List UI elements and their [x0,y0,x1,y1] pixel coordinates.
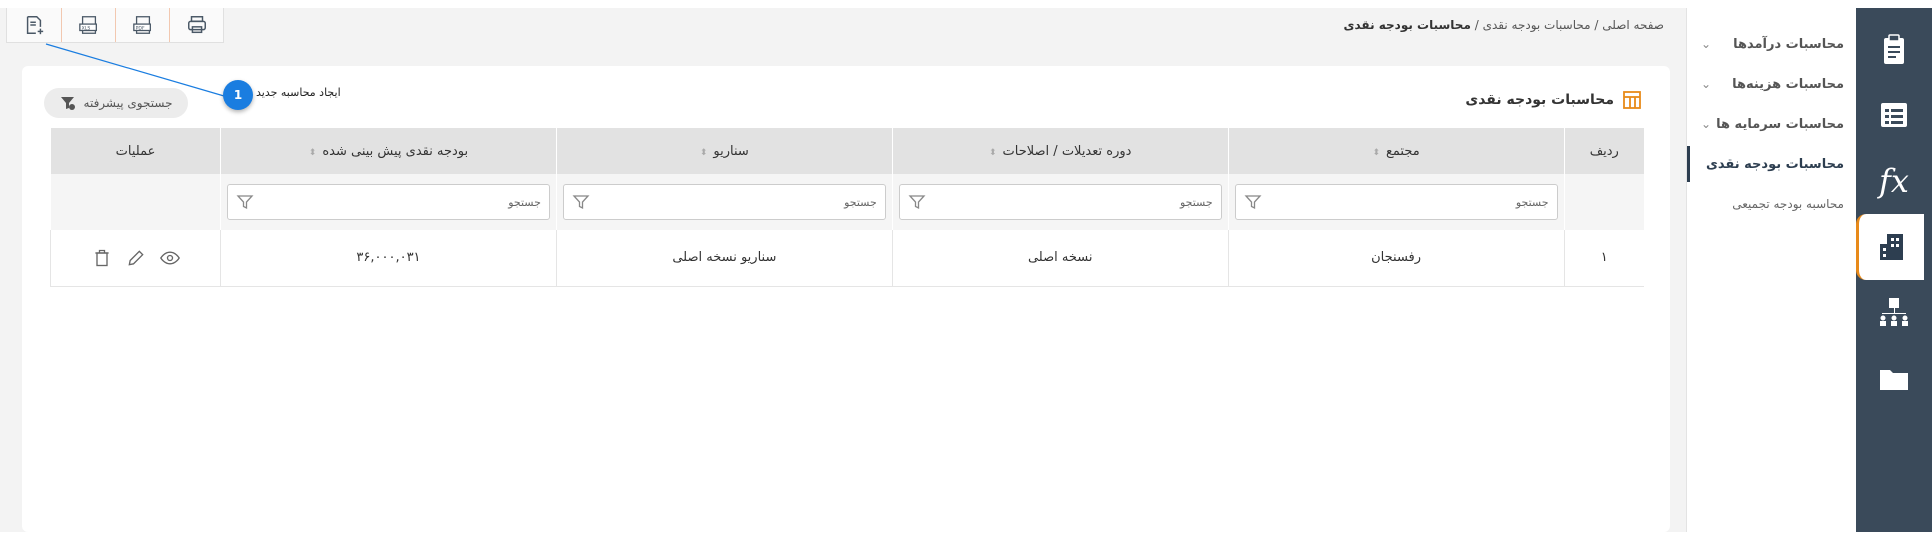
advanced-search-label: جستجوی پیشرفته [83,96,173,110]
chevron-down-icon: ⌄ [1701,77,1712,91]
rail-item-list[interactable] [1856,82,1932,148]
xls-export-icon: XLS [78,16,97,34]
menu-item-label: محاسبات بودجه نقدی [1705,156,1844,172]
menu-item-label: محاسبات سرمایه ها [1716,116,1844,132]
header-scenario[interactable]: سناریو⬍ [555,128,893,174]
table-icon [1623,91,1641,109]
menu-item-label: محاسبات هزینه‌ها [1732,76,1844,92]
svg-text:PDF: PDF [135,26,144,32]
clipboard-icon [1884,34,1904,64]
header-period[interactable]: دوره تعدیلات / اصلاحات⬍ [891,128,1229,174]
sort-icon[interactable]: ⬍ [989,148,997,158]
cell-period: نسخه اصلی [891,230,1229,287]
top-toolbar: XLS PDF [6,8,224,43]
new-document-icon [26,16,44,35]
row-actions [51,248,220,268]
header-index[interactable]: ردیف [1563,128,1644,174]
new-document-button[interactable] [7,8,61,42]
active-indicator [1687,146,1690,182]
filter-settings-icon [60,97,75,110]
menu-item-capital[interactable]: محاسبات سرمایه ها ⌄ [1687,104,1844,144]
rail-item-formula[interactable]: fx [1856,148,1932,214]
filter-icon[interactable] [236,193,254,211]
cell-budget: ۳۶,۰۰۰,۰۳۱ [220,230,557,287]
pdf-export-button[interactable]: PDF [115,8,169,42]
sort-icon[interactable]: ⬍ [309,148,317,158]
menu-item-cash-budget[interactable]: محاسبات بودجه نقدی [1687,144,1844,184]
callout-text: ایجاد محاسبه جدید [256,86,341,99]
delete-icon[interactable] [92,248,112,268]
filter-row: جستجو جستجو جستجو جستجو [49,174,1644,230]
chevron-down-icon: ⌄ [1701,117,1712,131]
building-icon [1879,234,1903,260]
step-badge: 1 [223,80,253,110]
rail-item-clipboard[interactable] [1856,16,1932,82]
header-complex[interactable]: مجتمع⬍ [1227,128,1565,174]
eye-icon[interactable] [159,248,180,268]
filter-budget-input[interactable]: جستجو [227,184,550,220]
menu-item-label: محاسبات درآمدها [1733,36,1844,52]
side-menu: محاسبات درآمدها ⌄ محاسبات هزینه‌ها ⌄ محا… [1686,8,1856,532]
print-icon [187,16,206,34]
breadcrumb: صفحه اصلی / محاسبات بودجه نقدی / محاسبات… [1343,18,1665,32]
menu-item-revenue[interactable]: محاسبات درآمدها ⌄ [1687,24,1844,64]
breadcrumb-current: محاسبات بودجه نقدی [1343,18,1471,32]
filter-period-input[interactable]: جستجو [898,184,1222,220]
filter-scenario-input[interactable]: جستجو [562,184,886,220]
cell-complex: رفسنجان [1227,230,1565,287]
table-row: ۱ رفسنجان نسخه اصلی سناریو نسخه اصلی ۳۶,… [49,230,1644,287]
filter-icon[interactable] [572,193,590,211]
svg-text:XLS: XLS [81,26,90,32]
filter-icon[interactable] [1244,193,1262,211]
xls-export-button[interactable]: XLS [61,8,115,42]
sort-icon[interactable]: ⬍ [1372,148,1380,158]
edit-icon[interactable] [126,248,146,268]
filter-icon[interactable] [908,193,926,211]
cell-scenario: سناریو نسخه اصلی [555,230,893,287]
icon-rail: fx [1856,8,1932,532]
main-card: محاسبات بودجه نقدی جستجوی پیشرفته ردیف م… [22,66,1670,532]
header-budget[interactable]: بودجه نقدی پیش بینی شده⬍ [220,128,557,174]
breadcrumb-parent[interactable]: محاسبات بودجه نقدی [1483,18,1591,32]
advanced-search-button[interactable]: جستجوی پیشرفته [44,88,188,118]
menu-item-label: محاسبه بودجه تجمیعی [1732,197,1844,211]
card-title-text: محاسبات بودجه نقدی [1465,92,1614,108]
card-title: محاسبات بودجه نقدی [1465,90,1642,110]
sort-icon[interactable]: ⬍ [700,148,708,158]
rail-item-folder[interactable] [1856,346,1932,412]
budget-table: ردیف مجتمع⬍ دوره تعدیلات / اصلاحات⬍ سنار… [49,128,1644,287]
pdf-export-icon: PDF [132,16,151,34]
menu-item-aggregate-budget[interactable]: محاسبه بودجه تجمیعی [1687,184,1844,224]
org-chart-icon [1880,298,1908,326]
header-operations: عملیات [49,128,221,174]
menu-item-costs[interactable]: محاسبات هزینه‌ها ⌄ [1687,64,1844,104]
rail-item-cash-budget[interactable] [1856,214,1924,280]
fx-icon: fx [1879,162,1909,200]
filter-complex-input[interactable]: جستجو [1234,184,1558,220]
list-document-icon [1881,103,1907,127]
breadcrumb-home[interactable]: صفحه اصلی [1602,18,1664,32]
rail-item-organization[interactable] [1856,280,1932,346]
chevron-down-icon: ⌄ [1701,37,1712,51]
print-button[interactable] [169,8,223,42]
folder-icon [1880,370,1908,390]
cell-index: ۱ [1563,230,1644,287]
